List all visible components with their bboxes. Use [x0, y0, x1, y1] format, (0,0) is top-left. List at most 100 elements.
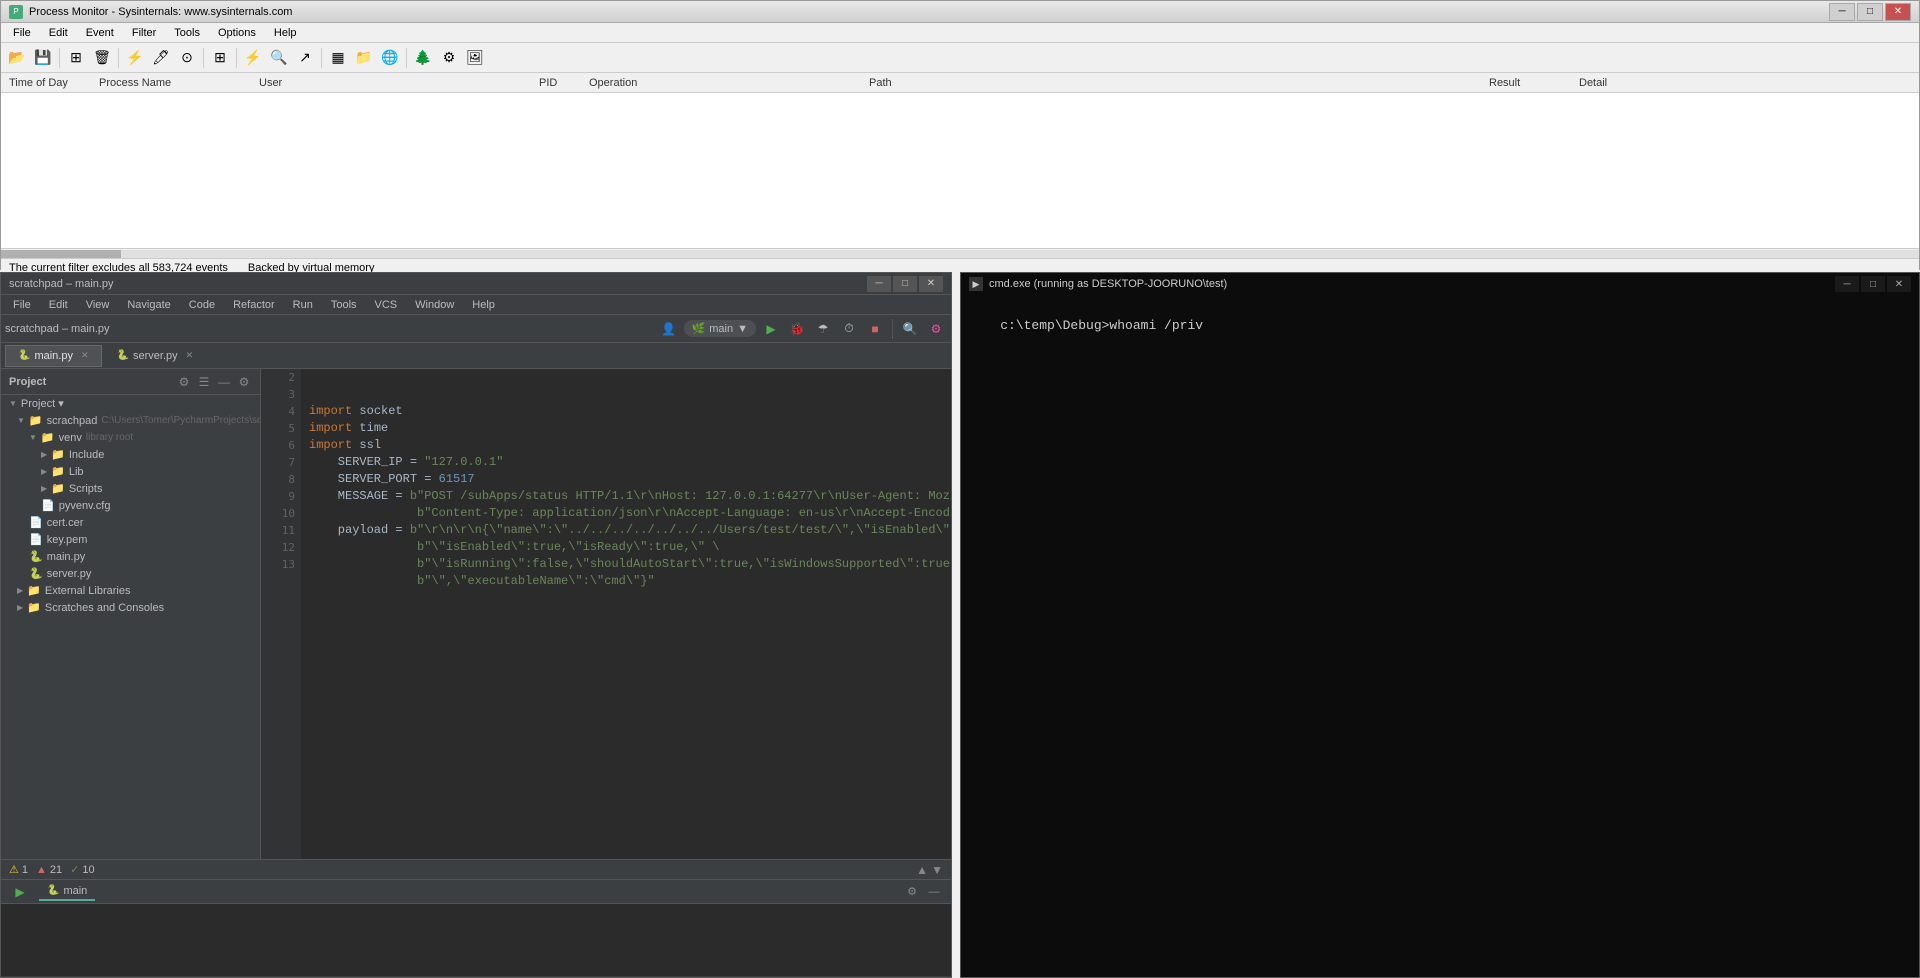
debug-btn[interactable]: 🐞	[786, 318, 808, 340]
procmon-close-btn[interactable]: ✕	[1885, 3, 1911, 21]
profile-btn[interactable]: ⏱	[838, 318, 860, 340]
sidebar-item-pyvenv[interactable]: 📄 pyvenv.cfg	[1, 497, 260, 514]
col-user[interactable]: User	[255, 77, 535, 89]
run-config-btn[interactable]: ▶	[760, 318, 782, 340]
autoscroll-btn[interactable]: ⊞	[64, 46, 88, 70]
registry-btn[interactable]: ▦	[326, 46, 350, 70]
menu-event[interactable]: Event	[78, 25, 122, 41]
toolbar-sep-6	[406, 48, 407, 68]
col-pid[interactable]: PID	[535, 77, 585, 89]
col-detail[interactable]: Detail	[1575, 77, 1665, 89]
pycharm-menu-run[interactable]: Run	[285, 297, 321, 313]
sidebar-item-main-py[interactable]: 🐍 main.py	[1, 548, 260, 565]
col-time-of-day[interactable]: Time of Day	[5, 77, 95, 89]
code-editor[interactable]: 2 3 4 5 6 7 8 9 10 11 12 13 import socke…	[261, 369, 951, 859]
filter-btn[interactable]: ⚡	[123, 46, 147, 70]
sidebar-item-scripts[interactable]: ▶ 📁 Scripts	[1, 480, 260, 497]
pycharm-minimize-btn[interactable]: ─	[867, 276, 891, 292]
pycharm-menu-edit[interactable]: Edit	[41, 297, 76, 313]
coverage-btn[interactable]: ☂	[812, 318, 834, 340]
sidebar-item-scrachpad[interactable]: ▼ 📁 scrachpad C:\Users\Tomer\PycharmProj…	[1, 412, 260, 429]
pycharm-menu-view[interactable]: View	[78, 297, 118, 313]
run-close-btn[interactable]: —	[925, 883, 943, 901]
prev-warning-icon[interactable]: ▲	[916, 863, 928, 877]
pycharm-maximize-btn[interactable]: □	[893, 276, 917, 292]
save-btn[interactable]: 💾	[31, 46, 55, 70]
sidebar-item-external[interactable]: ▶ 📁 External Libraries	[1, 582, 260, 599]
pycharm-menu-navigate[interactable]: Navigate	[119, 297, 178, 313]
pycharm-main-area: Project ⚙ ☰ — ⚙ ▼ Project ▾ ▼ 📁 scrachpa…	[1, 369, 951, 859]
netactivity-btn[interactable]: 🌐	[378, 46, 402, 70]
clear-btn[interactable]: 🗑	[90, 46, 114, 70]
cmd-close-btn[interactable]: ✕	[1887, 276, 1911, 292]
pycharm-menu-file[interactable]: File	[5, 297, 39, 313]
pycharm-menu-tools[interactable]: Tools	[323, 297, 365, 313]
sidebar-item-scratches[interactable]: ▶ 📁 Scratches and Consoles	[1, 599, 260, 616]
pycharm-close-btn[interactable]: ✕	[919, 276, 943, 292]
sidebar-settings-icon[interactable]: ⚙	[176, 374, 192, 390]
user-icon-btn[interactable]: 👤	[658, 318, 680, 340]
sidebar-item-venv[interactable]: ▼ 📁 venv library root	[1, 429, 260, 446]
tab-main-py[interactable]: 🐍 main.py ✕	[5, 345, 102, 367]
col-process-name[interactable]: Process Name	[95, 77, 255, 89]
pycharm-menu-vcs[interactable]: VCS	[367, 297, 406, 313]
network-btn[interactable]: ⊞	[208, 46, 232, 70]
jump-btn[interactable]: ↗	[293, 46, 317, 70]
search-everywhere-btn[interactable]: 🔍	[899, 318, 921, 340]
process-tree-btn[interactable]: 🌲	[411, 46, 435, 70]
sidebar-item-lib[interactable]: ▶ 📁 Lib	[1, 463, 260, 480]
col-result[interactable]: Result	[1485, 77, 1575, 89]
stop-btn[interactable]: ■	[864, 318, 886, 340]
menu-options[interactable]: Options	[210, 25, 264, 41]
enable-btn[interactable]: ⚡	[241, 46, 265, 70]
screenshot-btn[interactable]: 🖼	[463, 46, 487, 70]
settings-btn[interactable]: ⚙	[437, 46, 461, 70]
tab-server-py[interactable]: 🐍 server.py ✕	[104, 345, 207, 367]
run-settings-btn[interactable]: ⚙	[903, 883, 921, 901]
pyvenv-label: pyvenv.cfg	[59, 500, 111, 512]
find-btn[interactable]: 🔍	[267, 46, 291, 70]
col-operation[interactable]: Operation	[585, 77, 865, 89]
close-server-py-icon[interactable]: ✕	[186, 350, 194, 361]
settings-btn[interactable]: ⚙	[925, 318, 947, 340]
open-btn[interactable]: 📂	[5, 46, 29, 70]
pycharm-menu-code[interactable]: Code	[181, 297, 223, 313]
h-scrollbar[interactable]	[1, 248, 1919, 258]
highlight-btn[interactable]: 🖊	[149, 46, 173, 70]
pycharm-menu-help[interactable]: Help	[464, 297, 503, 313]
pycharm-menu-window[interactable]: Window	[407, 297, 462, 313]
run-panel: ▶ 🐍 main ⚙ —	[1, 879, 951, 975]
scroll-thumb[interactable]	[1, 250, 121, 258]
filesystem-btn[interactable]: 📁	[352, 46, 376, 70]
sidebar-list-icon[interactable]: ☰	[196, 374, 212, 390]
sidebar-item-include[interactable]: ▶ 📁 Include	[1, 446, 260, 463]
scrachpad-label: scrachpad	[47, 415, 98, 427]
cmd-minimize-btn[interactable]: ─	[1835, 276, 1859, 292]
sidebar-collapse-icon[interactable]: —	[216, 374, 232, 390]
code-content[interactable]: import socket import time import ssl SER…	[301, 369, 951, 607]
col-path[interactable]: Path	[865, 77, 1485, 89]
sidebar-item-project[interactable]: ▼ Project ▾	[1, 395, 260, 412]
procmon-maximize-btn[interactable]: □	[1857, 3, 1883, 21]
menu-tools[interactable]: Tools	[166, 25, 208, 41]
procmon-menubar: File Edit Event Filter Tools Options Hel…	[1, 23, 1919, 43]
procmon-minimize-btn[interactable]: ─	[1829, 3, 1855, 21]
branch-selector[interactable]: 🌿 main ▼	[684, 320, 756, 337]
menu-file[interactable]: File	[5, 25, 39, 41]
sidebar-item-server-py[interactable]: 🐍 server.py	[1, 565, 260, 582]
scrachpad-expand-icon: ▼	[17, 416, 25, 425]
exclude-btn[interactable]: ⊙	[175, 46, 199, 70]
sidebar-gear-icon[interactable]: ⚙	[236, 374, 252, 390]
sidebar-item-key[interactable]: 📄 key.pem	[1, 531, 260, 548]
run-play-btn[interactable]: ▶	[9, 881, 31, 903]
run-tab-main[interactable]: 🐍 main	[39, 883, 95, 901]
menu-edit[interactable]: Edit	[41, 25, 76, 41]
next-warning-icon[interactable]: ▼	[931, 863, 943, 877]
sidebar-item-cert[interactable]: 📄 cert.cer	[1, 514, 260, 531]
cmd-maximize-btn[interactable]: □	[1861, 276, 1885, 292]
pycharm-menu-refactor[interactable]: Refactor	[225, 297, 283, 313]
menu-filter[interactable]: Filter	[124, 25, 164, 41]
menu-help[interactable]: Help	[266, 25, 305, 41]
close-main-py-icon[interactable]: ✕	[81, 350, 89, 361]
project-sidebar: Project ⚙ ☰ — ⚙ ▼ Project ▾ ▼ 📁 scrachpa…	[1, 369, 261, 859]
